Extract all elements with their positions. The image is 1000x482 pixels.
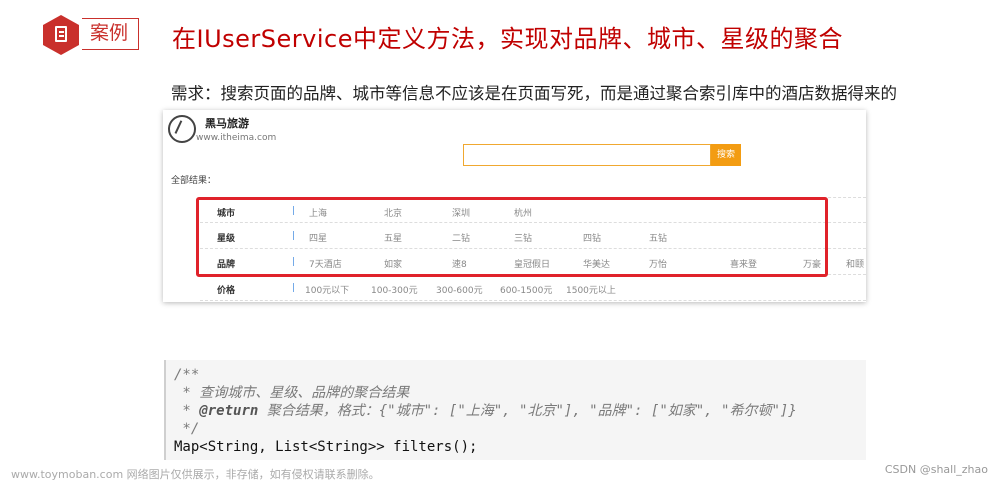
requirement-text: 需求：搜索页面的品牌、城市等信息不应该是在页面写死，而是通过聚合索引库中的酒店数…	[171, 84, 897, 103]
code-line: 聚合结果，格式：{"城市": ["上海", "北京"], "品牌": ["如家"…	[258, 403, 797, 419]
watermark: www.toymoban.com 网络图片仅供展示，非存储，如有侵权请联系删除。	[11, 468, 380, 481]
code-line: /**	[174, 367, 200, 383]
all-results-label: 全部结果：	[171, 176, 217, 186]
filter-option[interactable]: 100-300元	[371, 283, 418, 296]
search-input[interactable]	[463, 144, 711, 166]
filter-option[interactable]: 100元以下	[305, 283, 349, 296]
filter-option[interactable]: 1500元以上	[566, 283, 616, 296]
code-line: Map<String, List<String>> filters();	[174, 439, 478, 455]
slide-title: 在IUserService中定义方法，实现对品牌、城市、星级的聚合	[172, 25, 843, 53]
filter-option[interactable]: 和颐	[846, 257, 864, 270]
filter-key: 价格	[217, 286, 236, 296]
credit: CSDN @shall_zhao	[884, 463, 988, 476]
code-block: /** * 查询城市、星级、品牌的聚合结果 * @return 聚合结果，格式：…	[164, 360, 866, 460]
brand-name: 黑马旅游	[205, 117, 249, 130]
case-icon	[43, 15, 79, 55]
filter-option[interactable]: 300-600元	[436, 283, 483, 296]
logo-icon	[168, 115, 196, 143]
code-line: * 查询城市、星级、品牌的聚合结果	[174, 385, 410, 401]
case-label: 案例	[82, 18, 140, 50]
filter-row: 价格 | 100元以下 100-300元 300-600元 600-1500元 1500元以…	[200, 275, 866, 301]
filter-divider: |	[292, 283, 296, 293]
filter-option[interactable]: 600-1500元	[500, 283, 552, 296]
brand-url: www.itheima.com	[196, 133, 277, 143]
highlight-box	[196, 197, 828, 277]
code-line: */	[174, 421, 200, 437]
code-tag: @return	[199, 403, 259, 419]
search-button[interactable]: 搜索	[711, 144, 741, 166]
